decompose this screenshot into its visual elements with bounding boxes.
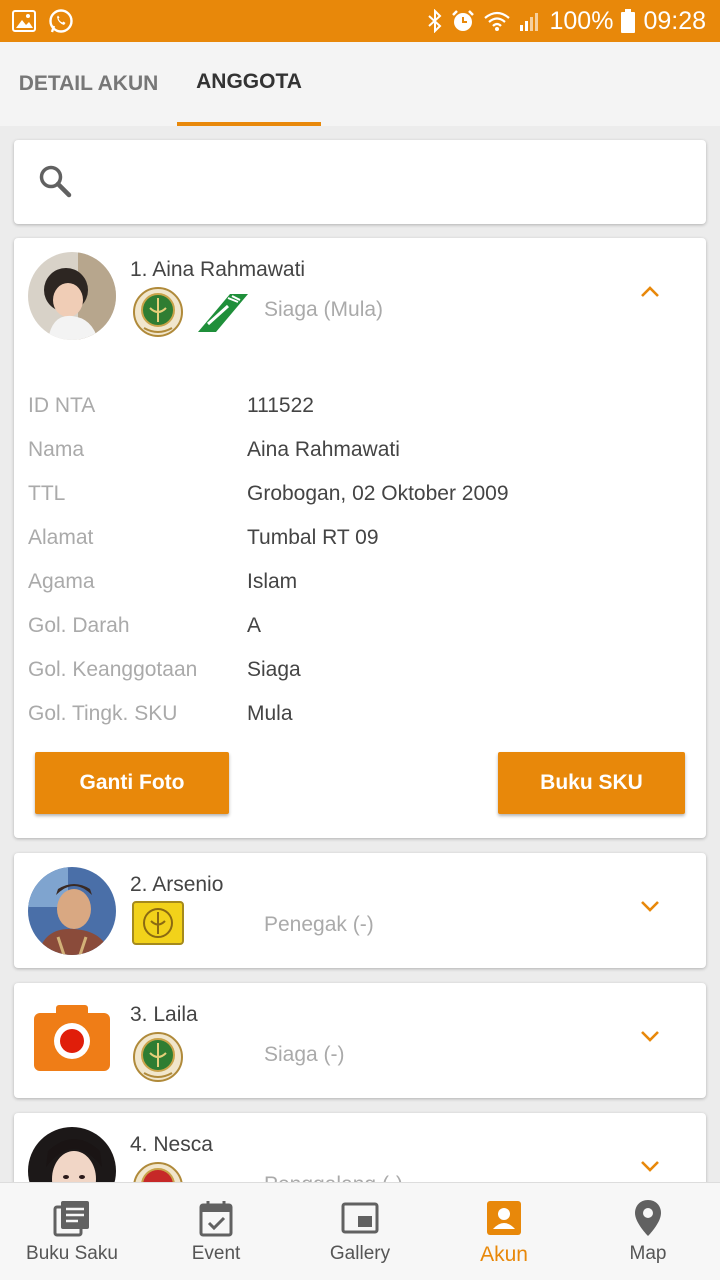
whatsapp-icon [48,8,74,34]
chevron-down-icon[interactable] [640,1029,660,1048]
member-card-aina[interactable]: 1. Aina Rahmawati Siaga (Mula) ID NTA 11… [14,238,706,838]
tab-detail-akun[interactable]: DETAIL AKUN [0,42,177,126]
battery-icon [621,9,636,33]
camera-placeholder-icon [34,1003,110,1071]
member-golongan: Siaga (Mula) [264,298,384,321]
search-bar[interactable] [14,140,706,224]
image-notification-icon [12,10,36,32]
clock: 09:28 [643,6,706,35]
detail-label: Gol. Tingk. SKU [28,702,178,725]
detail-value: Tumbal RT 09 [247,526,379,549]
chevron-down-icon[interactable] [640,1159,660,1178]
signal-icon [519,11,541,31]
nav-buku-saku[interactable]: Buku Saku [0,1183,144,1280]
chevron-down-icon[interactable] [640,899,660,918]
detail-label: Alamat [28,526,94,549]
detail-label: ID NTA [28,394,96,417]
member-golongan: Penegak (-) [264,913,374,936]
avatar [28,252,116,340]
detail-label: Gol. Darah [28,614,130,637]
detail-label: TTL [28,482,66,505]
detail-value: Islam [247,570,298,593]
nav-label: Gallery [329,1243,391,1264]
nav-label: Map [629,1243,667,1264]
member-golongan: Siaga (-) [264,1043,345,1066]
tab-bar: DETAIL AKUN ANGGOTA [0,42,720,126]
member-card-arsenio[interactable]: 2. Arsenio Penegak (-) [14,853,706,968]
siaga-emblem-icon [132,286,184,343]
detail-label: Nama [28,438,85,461]
nav-label: Buku Saku [26,1243,118,1264]
calendar-icon [199,1199,233,1237]
detail-value: Grobogan, 02 Oktober 2009 [247,482,509,505]
nav-event[interactable]: Event [144,1183,288,1280]
detail-label: Agama [28,570,95,593]
nav-label: Akun [480,1243,528,1266]
detail-label: Gol. Keanggotaan [28,658,198,681]
book-icon [53,1199,91,1237]
avatar [28,867,116,955]
nav-label: Event [191,1243,241,1264]
sku-book-button[interactable]: Buku SKU [498,752,685,814]
wifi-icon [483,10,511,32]
tab-anggota[interactable]: ANGGOTA [177,42,321,126]
detail-value: A [247,614,262,637]
map-pin-icon [634,1199,662,1237]
detail-value: Aina Rahmawati [247,438,400,461]
siaga-emblem-icon [132,1031,184,1088]
detail-value: Siaga [247,658,301,681]
bluetooth-icon [427,9,443,33]
gallery-icon [341,1199,379,1237]
penegak-emblem-icon [132,901,184,950]
status-bar: 100% 09:28 [0,0,720,42]
nav-map[interactable]: Map [576,1183,720,1280]
battery-percent: 100% [549,6,614,35]
member-card-laila[interactable]: 3. Laila Siaga (-) [14,983,706,1098]
alarm-icon [451,9,475,33]
tkk-badge-icon [198,288,248,339]
chevron-up-icon[interactable] [640,284,660,303]
nav-gallery[interactable]: Gallery [288,1183,432,1280]
member-name: 4. Nesca [130,1133,213,1156]
bottom-navigation: Buku Saku Event Gallery Akun Map [0,1182,720,1280]
detail-value: Mula [247,702,293,725]
change-photo-button[interactable]: Ganti Foto [35,752,229,814]
member-name: 2. Arsenio [130,873,224,896]
member-name: 1. Aina Rahmawati [130,258,306,281]
search-icon[interactable] [38,164,72,203]
account-icon [487,1199,521,1237]
member-name: 3. Laila [130,1003,198,1026]
detail-value: 111522 [247,394,314,417]
nav-akun[interactable]: Akun [432,1183,576,1280]
